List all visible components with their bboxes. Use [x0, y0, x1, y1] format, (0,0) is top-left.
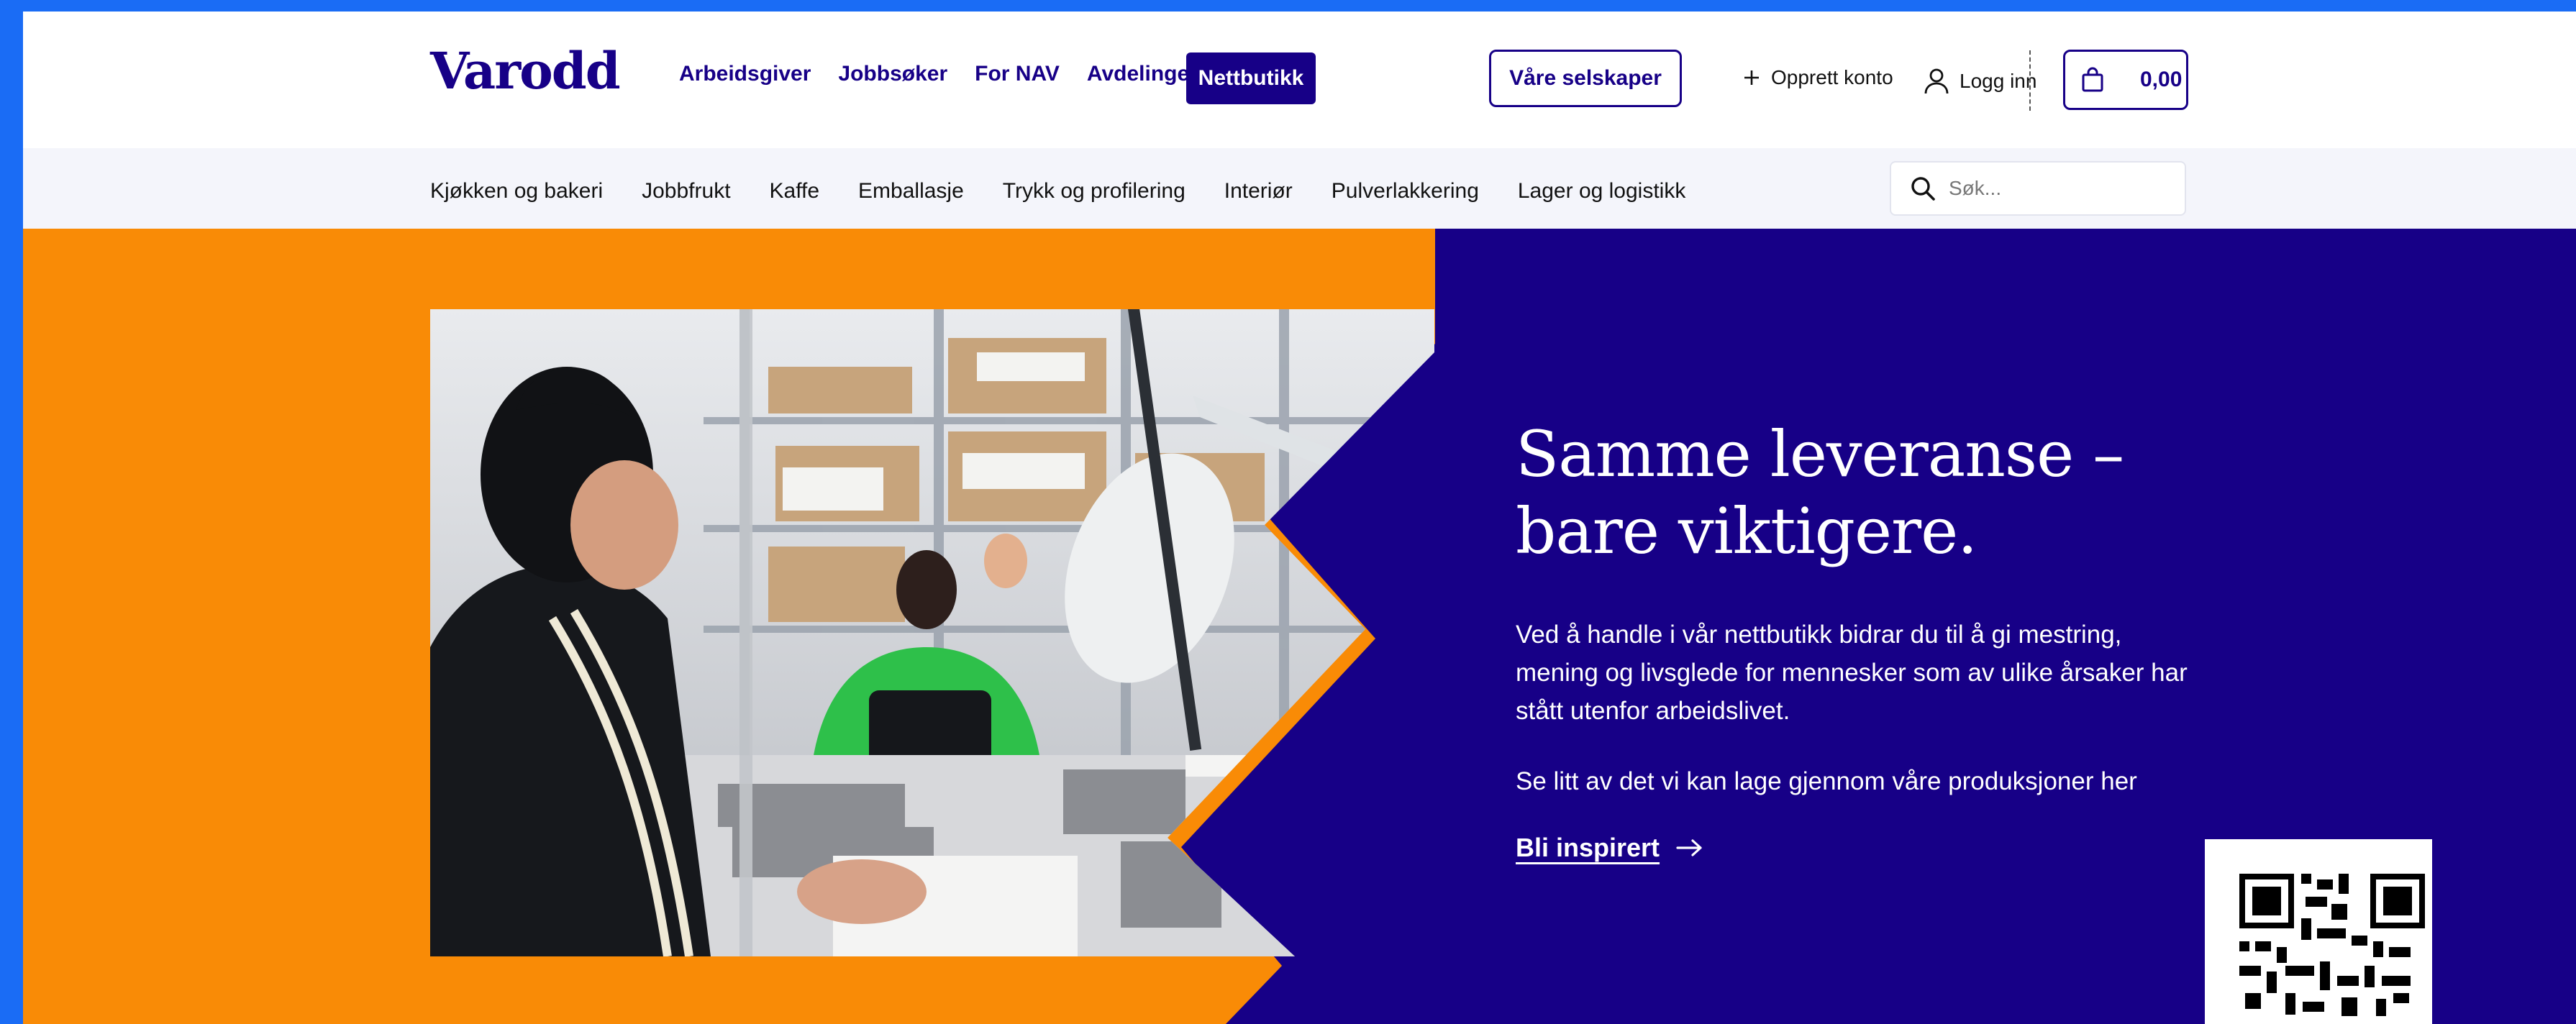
cart-total: 0,00: [2140, 68, 2183, 91]
search-icon: [1911, 177, 1935, 201]
nettbutikk-button[interactable]: Nettbutikk: [1186, 52, 1316, 104]
category-bar: Kjøkken og bakeri Jobbfrukt Kaffe Emball…: [23, 148, 2576, 229]
shopping-bag-icon: [2082, 67, 2103, 92]
create-account-label: Opprett konto: [1771, 66, 1893, 88]
hero-title-line1: Samme leveranse –: [1516, 417, 2124, 491]
category-kaffe[interactable]: Kaffe: [770, 180, 820, 202]
user-icon: [1924, 68, 1949, 94]
logo[interactable]: Varodd: [430, 46, 621, 96]
category-interior[interactable]: Interiør: [1224, 180, 1293, 202]
search-box[interactable]: [1890, 161, 2186, 216]
browser-viewport: Varodd Arbeidsgiver Jobbsøker For NAV Av…: [23, 12, 2576, 1024]
category-jobbfrukt[interactable]: Jobbfrukt: [642, 180, 730, 202]
category-lager-og-logistikk[interactable]: Lager og logistikk: [1518, 180, 1685, 202]
search-input[interactable]: [1947, 176, 2166, 201]
site-header: Varodd Arbeidsgiver Jobbsøker For NAV Av…: [23, 12, 2576, 148]
nav-avdelinger[interactable]: Avdelinger: [1087, 63, 1198, 85]
hero-photo: [430, 309, 1434, 956]
create-account-link[interactable]: Opprett konto: [1742, 68, 1893, 88]
nav-arbeidsgiver[interactable]: Arbeidsgiver: [679, 63, 811, 85]
hero-section: Samme leveranse – bare viktigere. Ved å …: [23, 229, 2576, 1024]
bli-inspirert-link[interactable]: Bli inspirert: [1516, 833, 1704, 863]
arrow-right-icon: [1676, 839, 1702, 856]
category-emballasje[interactable]: Emballasje: [858, 180, 964, 202]
companies-button[interactable]: Våre selskaper: [1489, 50, 1682, 107]
hero-title: Samme leveranse – bare viktigere.: [1516, 416, 2235, 570]
plus-icon: [1744, 70, 1759, 85]
category-trykk-og-profilering[interactable]: Trykk og profilering: [1003, 180, 1185, 202]
nav-jobbsoker[interactable]: Jobbsøker: [838, 63, 947, 85]
header-divider: [2029, 50, 2031, 111]
qr-code-icon: [2239, 874, 2425, 1016]
category-pulverlakkering[interactable]: Pulverlakkering: [1332, 180, 1479, 202]
login-label: Logg inn: [1960, 70, 2037, 92]
hero-subtext: Se litt av det vi kan lage gjennom våre …: [1516, 767, 2137, 795]
nav-for-nav[interactable]: For NAV: [975, 63, 1060, 85]
cart-button[interactable]: 0,00: [2063, 50, 2188, 110]
cta-label: Bli inspirert: [1516, 833, 1660, 862]
login-link[interactable]: Logg inn: [1924, 68, 2036, 95]
hero-description: Ved å handle i vår nettbutikk bidrar du …: [1516, 621, 2188, 725]
category-nav: Kjøkken og bakeri Jobbfrukt Kaffe Emball…: [430, 180, 1724, 202]
qr-code-widget: [2205, 839, 2432, 1024]
hero-title-line2: bare viktigere.: [1516, 494, 1977, 569]
category-kjokken-og-bakeri[interactable]: Kjøkken og bakeri: [430, 180, 603, 202]
main-nav: Arbeidsgiver Jobbsøker For NAV Avdelinge…: [679, 63, 1225, 85]
